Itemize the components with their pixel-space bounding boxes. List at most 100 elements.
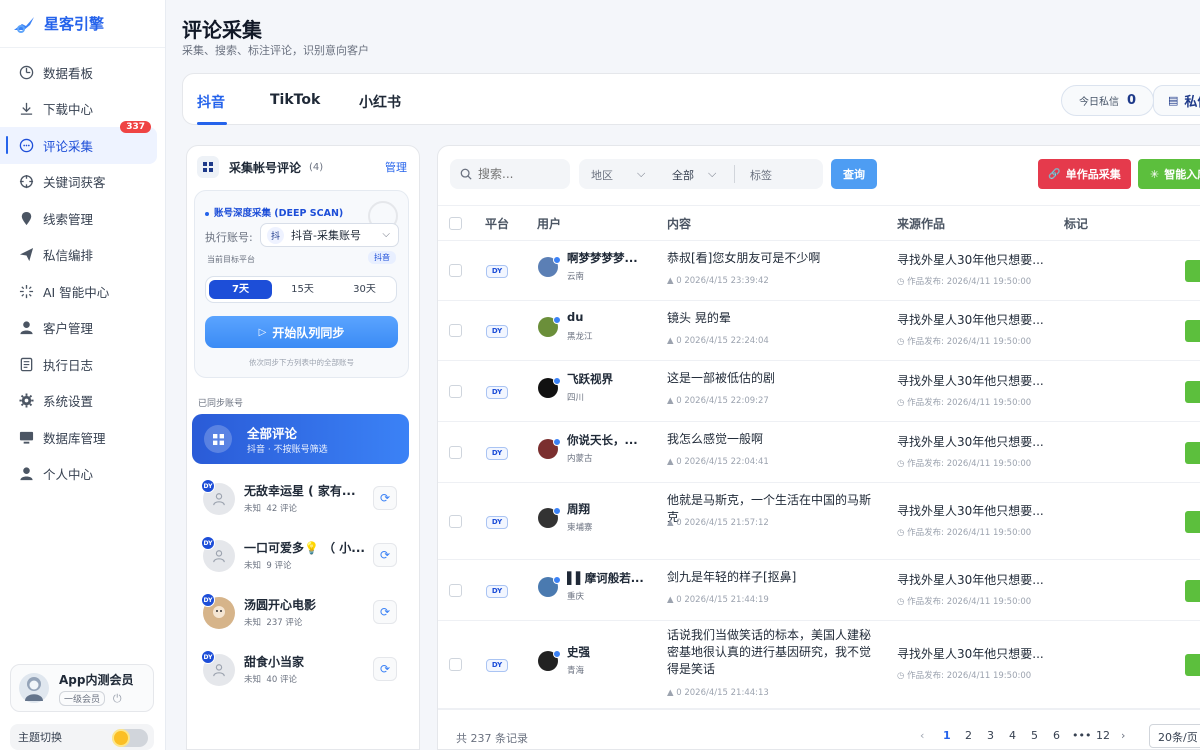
range-7d[interactable]: 7天 — [209, 280, 272, 299]
manage-link[interactable]: 管理 — [385, 159, 407, 175]
user-name[interactable]: du — [567, 310, 647, 324]
all-comments-card[interactable]: 全部评论 抖音 · 不按账号筛选 — [192, 414, 409, 464]
row-checkbox[interactable] — [449, 514, 462, 528]
send-icon — [18, 247, 34, 263]
avatar[interactable] — [538, 316, 561, 337]
nav-item-logs[interactable]: 执行日志 — [0, 346, 165, 383]
avatar[interactable] — [538, 650, 561, 671]
nav-item-database[interactable]: 数据库管理 — [0, 419, 165, 456]
search-input[interactable] — [478, 167, 558, 181]
table-row[interactable]: DY 啊梦梦梦梦... 云南 恭叔[看]您女朋友可是不少啊 ▲ 0 2026/4/15 … — [438, 241, 1200, 301]
nav-item-settings[interactable]: 系统设置 — [0, 383, 165, 420]
region-select[interactable]: 地区 — [591, 167, 613, 183]
user-name[interactable]: 飞跃视界 — [567, 371, 647, 387]
range-15d[interactable]: 15天 — [271, 280, 334, 299]
source-title[interactable]: 寻找外星人30年他只想要... — [897, 372, 1047, 389]
nav-item-profile[interactable]: 个人中心 — [0, 456, 165, 493]
table-row[interactable]: DY 你说天长，... 内蒙古 我怎么感觉一般啊 ▲ 0 2026/4/15 22:04… — [438, 422, 1200, 483]
table-row[interactable]: DY ▌▌摩诃般若... 重庆 剑九是年轻的样子[抠鼻] ▲ 0 2026/4/15 2… — [438, 560, 1200, 621]
user-region: 四川 — [567, 392, 585, 403]
mark-button[interactable] — [1185, 510, 1200, 533]
row-checkbox[interactable] — [449, 324, 462, 337]
avatar[interactable] — [538, 575, 561, 597]
nav-item-keywords[interactable]: 关键词获客 — [0, 164, 165, 201]
nav-item-leads[interactable]: 线索管理 — [0, 200, 165, 237]
account-item[interactable]: DY 甜食小当家 未知 40 评论 ⟳ — [187, 643, 421, 695]
account-item[interactable]: DY 一口可爱多💡 （ 小... 未知 9 评论 ⟳ — [187, 529, 421, 581]
source-title[interactable]: 寻找外星人30年他只想要... — [897, 251, 1047, 268]
table-row[interactable]: DY 周翔 柬埔寨 他就是马斯克，一个生活在中国的马斯克 ▲ 0 2026/4/15 2… — [438, 483, 1200, 560]
table-row[interactable]: DY du 黑龙江 镜头 晃的晕 ▲ 0 2026/4/15 22:24:04 寻找外星人… — [438, 301, 1200, 361]
today-value: 0 — [1126, 93, 1137, 108]
brand[interactable]: 星客引擎 — [0, 0, 165, 48]
mark-button[interactable] — [1185, 380, 1200, 403]
page-3[interactable]: 3 — [987, 729, 994, 742]
page-12[interactable]: 12 — [1096, 729, 1110, 742]
avatar[interactable] — [538, 506, 561, 528]
search-box[interactable] — [450, 159, 570, 189]
nav-item-dashboard[interactable]: 数据看板 — [0, 54, 165, 91]
page-1[interactable]: 1 — [943, 729, 951, 742]
mark-button[interactable] — [1185, 260, 1200, 282]
avatar[interactable] — [538, 376, 561, 398]
nav-item-ai[interactable]: AI 智能中心 — [0, 273, 165, 310]
table-row[interactable]: DY 飞跃视界 四川 这是一部被低估的剧 ▲ 0 2026/4/15 22:09:27 寻… — [438, 361, 1200, 422]
source-title[interactable]: 寻找外星人30年他只想要... — [897, 433, 1047, 450]
page-5[interactable]: 5 — [1031, 729, 1038, 742]
tag-input[interactable]: 标签 — [750, 167, 772, 183]
all-select[interactable]: 全部 — [672, 167, 694, 183]
refresh-button[interactable]: ⟳ — [373, 600, 397, 624]
source-title[interactable]: 寻找外星人30年他只想要... — [897, 645, 1047, 662]
page-2[interactable]: 2 — [965, 729, 972, 742]
nav-item-messages[interactable]: 私信编排 — [0, 237, 165, 274]
mark-button[interactable] — [1185, 654, 1200, 676]
theme-toggle[interactable] — [112, 729, 148, 747]
avatar[interactable] — [538, 256, 561, 277]
refresh-button[interactable]: ⟳ — [373, 657, 397, 681]
row-checkbox[interactable] — [449, 445, 462, 459]
page-6[interactable]: 6 — [1053, 729, 1060, 742]
avatar[interactable] — [538, 437, 561, 459]
single-collect-button[interactable]: 🔗 单作品采集 — [1038, 159, 1131, 189]
page-4[interactable]: 4 — [1009, 729, 1016, 742]
start-sync-button[interactable]: ▷ 开始队列同步 — [205, 316, 398, 348]
query-button[interactable]: 查询 — [831, 159, 877, 189]
tab-douyin[interactable]: 抖音 — [197, 92, 225, 112]
select-all-checkbox[interactable] — [449, 217, 462, 230]
account-item[interactable]: DY 汤圆开心电影 未知 237 评论 ⟳ — [187, 586, 421, 638]
page-ellipsis[interactable]: ••• — [1072, 729, 1091, 742]
user-name[interactable]: 你说天长，... — [567, 432, 647, 448]
refresh-button[interactable]: ⟳ — [373, 543, 397, 567]
table-row[interactable]: DY 史强 青海 话说我们当做笑话的标本，美国人建秘密基地很认真的进行基因研究，我不觉… — [438, 621, 1200, 709]
row-checkbox[interactable] — [449, 264, 462, 277]
exec-account-select[interactable]: 抖 抖音-采集账号 ⌵ — [260, 223, 399, 247]
user-name[interactable]: ▌▌摩诃般若... — [567, 570, 647, 586]
next-page-icon[interactable]: › — [1121, 729, 1125, 742]
private-message-button[interactable]: ▤ 私信 — [1153, 85, 1200, 116]
source-title[interactable]: 寻找外星人30年他只想要... — [897, 502, 1047, 519]
member-card[interactable]: App内测会员 一级会员 ⏻ — [10, 664, 154, 712]
range-30d[interactable]: 30天 — [333, 280, 396, 299]
nav-item-customers[interactable]: 客户管理 — [0, 310, 165, 347]
tab-tiktok[interactable]: TikTok — [270, 92, 320, 108]
mark-button[interactable] — [1185, 579, 1200, 602]
smart-import-button[interactable]: ✳ 智能入库 — [1138, 159, 1200, 189]
today-messages-chip[interactable]: 今日私信 0 — [1061, 85, 1154, 116]
row-checkbox[interactable] — [449, 658, 462, 671]
power-icon[interactable]: ⏻ — [113, 692, 122, 705]
prev-page-icon[interactable]: ‹ — [920, 729, 924, 742]
row-checkbox[interactable] — [449, 583, 462, 597]
user-name[interactable]: 周翔 — [567, 501, 647, 517]
row-checkbox[interactable] — [449, 384, 462, 398]
mark-button[interactable] — [1185, 441, 1200, 464]
user-name[interactable]: 史强 — [567, 644, 647, 660]
account-item[interactable]: DY 无敌幸运星 ( 家有... 未知 42 评论 ⟳ — [187, 472, 421, 524]
page-size-select[interactable]: 20条/页 — [1149, 724, 1200, 748]
mark-button[interactable] — [1185, 320, 1200, 342]
source-title[interactable]: 寻找外星人30年他只想要... — [897, 311, 1047, 328]
nav-item-comments[interactable]: 评论采集 337 — [0, 121, 157, 164]
refresh-button[interactable]: ⟳ — [373, 486, 397, 510]
source-title[interactable]: 寻找外星人30年他只想要... — [897, 571, 1047, 588]
user-name[interactable]: 啊梦梦梦梦... — [567, 250, 647, 266]
tab-xiaohongshu[interactable]: 小红书 — [359, 92, 401, 112]
